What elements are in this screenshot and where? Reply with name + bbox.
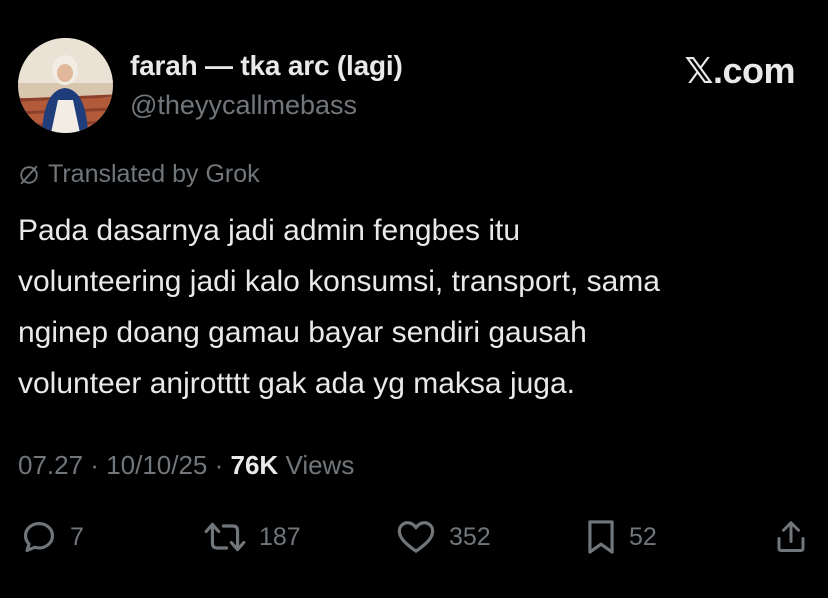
post-time[interactable]: 07.27 <box>18 450 83 480</box>
repost-icon <box>204 522 246 552</box>
bookmark-count: 52 <box>629 522 657 551</box>
author-handle[interactable]: @theyycallmebass <box>130 90 357 121</box>
bookmark-icon <box>588 520 614 554</box>
post-meta: 07.27 · 10/10/25 · 76K Views <box>18 450 354 481</box>
post-text: Pada dasarnya jadi admin fengbes itu vol… <box>18 214 660 400</box>
bookmark-button[interactable]: 52 <box>585 518 657 556</box>
reply-count: 7 <box>70 522 84 551</box>
translation-label: Translated by Grok <box>48 160 260 188</box>
share-button[interactable] <box>773 518 809 556</box>
avatar[interactable] <box>18 38 113 133</box>
post-date[interactable]: 10/10/25 <box>106 450 207 480</box>
heart-icon <box>397 521 435 553</box>
translate-icon <box>20 165 38 184</box>
share-icon <box>777 521 805 552</box>
repost-count: 187 <box>259 522 301 551</box>
meta-separator: · <box>83 450 107 480</box>
like-button[interactable]: 352 <box>395 518 491 556</box>
author-display-name[interactable]: farah — tka arc (lagi) <box>130 50 403 82</box>
repost-button[interactable]: 187 <box>203 518 301 556</box>
reply-icon <box>23 521 55 553</box>
profile-photo-icon <box>18 38 113 133</box>
like-count: 352 <box>449 522 491 551</box>
x-brand-logo: 𝕏.com <box>684 50 795 91</box>
action-bar: 7 187 352 52 <box>0 518 828 562</box>
meta-separator: · <box>207 450 231 480</box>
views-label: Views <box>285 450 355 480</box>
views-count: 76K <box>230 450 279 480</box>
reply-button[interactable]: 7 <box>20 518 84 556</box>
translation-note: Translated by Grok <box>18 160 260 189</box>
